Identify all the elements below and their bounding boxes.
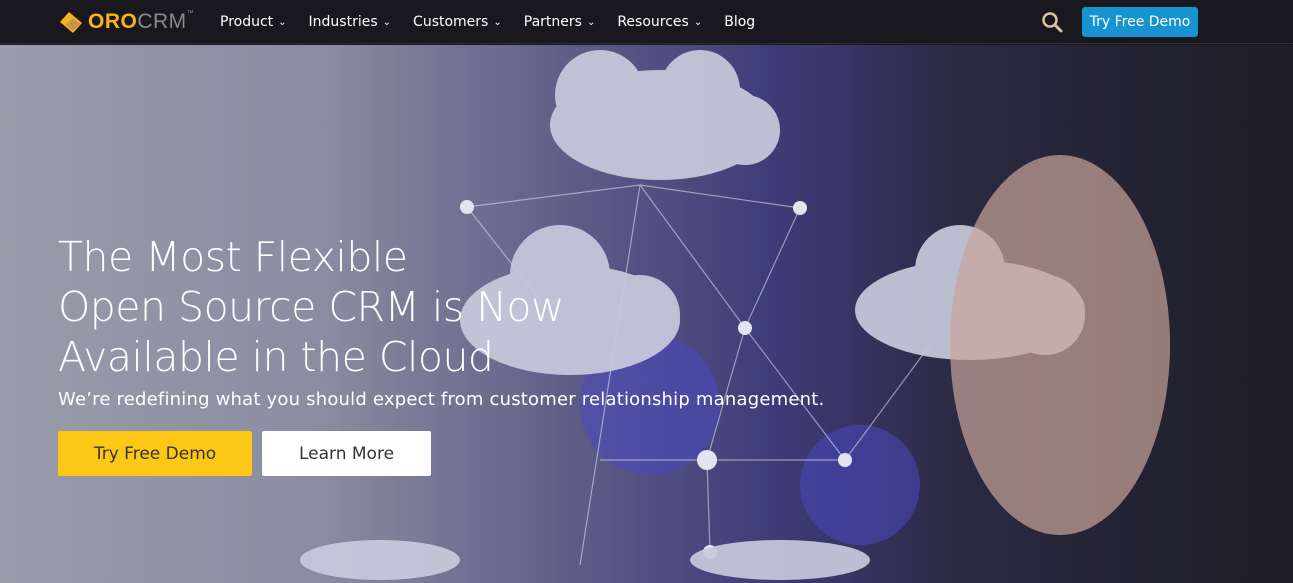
nav-industries[interactable]: Industries ⌄	[309, 14, 392, 30]
chevron-down-icon: ⌄	[278, 16, 287, 28]
chevron-down-icon: ⌄	[693, 16, 703, 28]
try-free-demo-button[interactable]: Try Free Demo	[58, 431, 252, 476]
hero-title-line: Open Source CRM is Now	[58, 283, 564, 331]
nav-label: Industries	[308, 14, 378, 30]
nav-product[interactable]: Product ⌄	[220, 14, 287, 30]
nav-label: Resources	[617, 14, 689, 30]
nav-blog[interactable]: Blog	[724, 14, 755, 30]
logo-tm: ™	[186, 10, 195, 17]
nav-resources[interactable]: Resources ⌄	[617, 14, 702, 30]
search-icon[interactable]	[1041, 11, 1063, 33]
hero-title: The Most Flexible Open Source CRM is Now…	[58, 232, 564, 382]
hero-title-line: Available in the Cloud	[58, 333, 494, 381]
chevron-down-icon: ⌄	[586, 16, 596, 28]
top-nav: OROCRM™ Product ⌄ Industries ⌄ Customers ⌄ …	[0, 0, 1293, 44]
nav-partners[interactable]: Partners ⌄	[524, 14, 596, 30]
nav-label: Customers	[413, 14, 489, 30]
nav-label: Blog	[724, 14, 756, 30]
hero-title-line: The Most Flexible	[58, 233, 408, 281]
nav-label: Partners	[523, 14, 582, 30]
nav-customers[interactable]: Customers ⌄	[413, 14, 502, 30]
chevron-down-icon: ⌄	[382, 16, 392, 28]
hero-subtitle: We’re redefining what you should expect …	[58, 389, 825, 410]
hero-section: The Most Flexible Open Source CRM is Now…	[0, 45, 1293, 583]
logo-crm: CRM	[137, 10, 187, 33]
orocrm-logo[interactable]: OROCRM™	[58, 9, 194, 35]
nav-label: Product	[220, 14, 274, 30]
logo-oro: ORO	[88, 10, 138, 33]
learn-more-button[interactable]: Learn More	[262, 431, 431, 476]
logo-mark-icon	[60, 12, 82, 33]
chevron-down-icon: ⌄	[493, 16, 502, 28]
main-menu: Product ⌄ Industries ⌄ Customers ⌄ Partners…	[220, 0, 777, 44]
nav-try-free-demo-button[interactable]: Try Free Demo	[1082, 7, 1198, 37]
